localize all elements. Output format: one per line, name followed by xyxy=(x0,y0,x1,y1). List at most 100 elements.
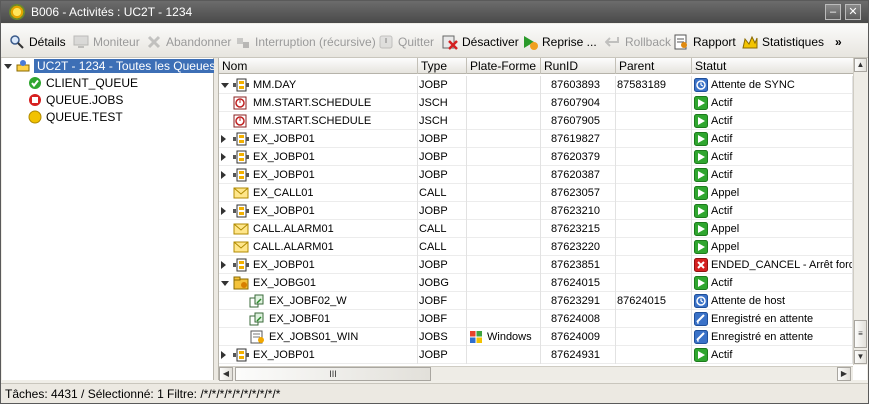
hscroll-thumb[interactable]: III xyxy=(235,367,431,381)
table-row[interactable]: EX_JOBG01 JOBG 87624015 Actif xyxy=(219,274,853,292)
table-row[interactable]: CALL.ALARM01 CALL 87623220 Appel xyxy=(219,238,853,256)
parent-text xyxy=(616,133,617,145)
vertical-scrollbar[interactable]: ▲ ≡ ▼ xyxy=(853,58,867,365)
collapse-toggle-icon[interactable] xyxy=(4,63,12,69)
checkmark-icon xyxy=(28,76,42,90)
status-text: Actif xyxy=(711,115,733,127)
column-header-status[interactable]: Statut xyxy=(692,58,853,74)
expand-arrow-icon[interactable] xyxy=(221,351,226,359)
status-text: Enregistré en attente xyxy=(711,331,814,343)
restart-button[interactable]: Reprise ... xyxy=(522,33,597,51)
cell-platform xyxy=(467,184,541,202)
cell-status: Actif xyxy=(692,94,853,112)
workflow-icon xyxy=(233,168,249,182)
expand-arrow-icon[interactable] xyxy=(221,153,226,161)
deactivate-button[interactable]: Désactiver xyxy=(442,33,519,51)
type-text: JOBS xyxy=(419,331,448,343)
details-button[interactable]: Détails xyxy=(9,33,66,51)
clock-icon xyxy=(694,294,708,308)
windows-logo-icon xyxy=(469,330,483,346)
table-row[interactable]: MM.START.SCHEDULE JSCH 87607905 Actif xyxy=(219,112,853,130)
table-row[interactable]: EX_JOBP01 JOBP 87623210 Actif xyxy=(219,202,853,220)
quit-button[interactable]: Quitter xyxy=(378,33,434,51)
expand-arrow-icon[interactable] xyxy=(221,135,226,143)
table-row[interactable]: EX_JOBF01 JOBF 87624008 Enregistré en atten… xyxy=(219,310,853,328)
cell-runid: 87603893 xyxy=(541,76,616,94)
tree-item-client-queue[interactable]: CLIENT_QUEUE xyxy=(28,75,138,91)
close-button[interactable]: ✕ xyxy=(845,4,861,20)
more-button[interactable]: » xyxy=(835,33,842,51)
scroll-left-icon[interactable]: ◀ xyxy=(219,367,233,381)
status-text: Actif xyxy=(711,97,733,109)
runid-text: 87623057 xyxy=(551,187,600,199)
cell-status: Actif xyxy=(692,130,853,148)
abort-button[interactable]: Abandonner xyxy=(146,33,231,51)
table-row[interactable]: EX_CALL01 CALL 87623057 Appel xyxy=(219,184,853,202)
cell-name: MM.START.SCHEDULE xyxy=(219,112,418,130)
envelope-icon xyxy=(233,186,249,200)
table-row[interactable]: EX_JOBP01 JOBP 87619827 Actif xyxy=(219,130,853,148)
scroll-thumb[interactable]: ≡ xyxy=(854,320,867,348)
column-header-type[interactable]: Type xyxy=(418,58,467,74)
scroll-down-icon[interactable]: ▼ xyxy=(854,350,867,364)
collapse-arrow-icon[interactable] xyxy=(221,83,229,88)
cell-platform xyxy=(467,274,541,292)
parent-text xyxy=(616,277,617,289)
table-row[interactable]: MM.START.SCHEDULE JSCH 87607904 Actif xyxy=(219,94,853,112)
table-row[interactable]: EX_JOBP01 JOBP 87620379 Actif xyxy=(219,148,853,166)
tree-item-queue-test[interactable]: QUEUE.TEST xyxy=(28,109,123,125)
cell-name: EX_JOBG01 xyxy=(219,274,418,292)
monitor-icon xyxy=(73,34,89,50)
magnifier-icon xyxy=(9,34,25,50)
filter-text: Filtre: /*/*/*/*/*/*/*/*/*/* xyxy=(167,387,281,401)
statistics-icon xyxy=(742,34,758,50)
statistics-label: Statistiques xyxy=(762,35,825,49)
cell-platform xyxy=(467,130,541,148)
play-icon xyxy=(694,186,708,200)
interrupt-label: Interruption (récursive) xyxy=(255,35,376,49)
tree-item-queue-jobs[interactable]: QUEUE.JOBS xyxy=(28,92,123,108)
horizontal-scrollbar[interactable]: ◀ III ▶ xyxy=(219,366,853,381)
cell-status: ENDED_CANCEL - Arrêt forcé xyxy=(692,256,853,274)
quit-label: Quitter xyxy=(398,35,435,49)
details-label: Détails xyxy=(29,35,66,49)
minimize-button[interactable]: – xyxy=(825,4,841,20)
task-name: EX_JOBP01 xyxy=(253,151,315,163)
type-text: JSCH xyxy=(419,97,448,109)
expand-arrow-icon[interactable] xyxy=(221,261,226,269)
monitor-button[interactable]: Moniteur xyxy=(73,33,140,51)
table-row[interactable]: EX_JOBF02_W JOBF 87623291 87624015 Attente d… xyxy=(219,292,853,310)
tree-root-item[interactable]: UC2T - 1234 - Toutes les Queues xyxy=(4,58,219,74)
scroll-right-icon[interactable]: ▶ xyxy=(837,367,851,381)
table-row[interactable]: EX_JOBS01_WIN JOBS Windows 87624009 Enregist… xyxy=(219,328,853,346)
collapse-arrow-icon[interactable] xyxy=(221,281,229,286)
scroll-up-icon[interactable]: ▲ xyxy=(854,58,867,72)
table-row[interactable]: MM.DAY JOBP 87603893 87583189 Attente de SYN… xyxy=(219,76,853,94)
play-icon xyxy=(694,204,708,218)
column-header-parent[interactable]: Parent xyxy=(616,58,692,74)
type-text: JOBP xyxy=(419,349,448,361)
expand-arrow-icon[interactable] xyxy=(221,171,226,179)
column-header-name[interactable]: Nom xyxy=(219,58,418,74)
workflow-icon xyxy=(233,150,249,164)
task-name: EX_JOBP01 xyxy=(253,169,315,181)
statistics-button[interactable]: Statistiques xyxy=(742,33,824,51)
table-row[interactable]: EX_JOBP01 JOBP 87623851 ENDED_CANCEL - Arrê… xyxy=(219,256,853,274)
column-header-platform[interactable]: Plate-Forme xyxy=(467,58,541,74)
cell-status: Enregistré en attente xyxy=(692,328,853,346)
column-header-runid[interactable]: RunID xyxy=(541,58,616,74)
rollback-button[interactable]: Rollback xyxy=(604,33,671,51)
interrupt-button[interactable]: Interruption (récursive) xyxy=(235,33,376,51)
task-count: Tâches: 4431 / Sélectionné: 1 xyxy=(5,387,164,401)
status-bar: Tâches: 4431 / Sélectionné: 1 Filtre: /*… xyxy=(1,383,868,403)
table-row[interactable]: EX_JOBP01 JOBP 87620387 Actif xyxy=(219,166,853,184)
status-text: Actif xyxy=(711,277,733,289)
cell-status: Enregistré en attente xyxy=(692,310,853,328)
table-row[interactable]: EX_JOBP01 JOBP 87624931 Actif xyxy=(219,346,853,364)
report-button[interactable]: Rapport xyxy=(673,33,736,51)
expand-arrow-icon[interactable] xyxy=(221,207,226,215)
cell-name: EX_JOBS01_WIN xyxy=(219,328,418,346)
cell-platform xyxy=(467,166,541,184)
table-row[interactable]: CALL.ALARM01 CALL 87623215 Appel xyxy=(219,220,853,238)
cell-status: Appel xyxy=(692,238,853,256)
